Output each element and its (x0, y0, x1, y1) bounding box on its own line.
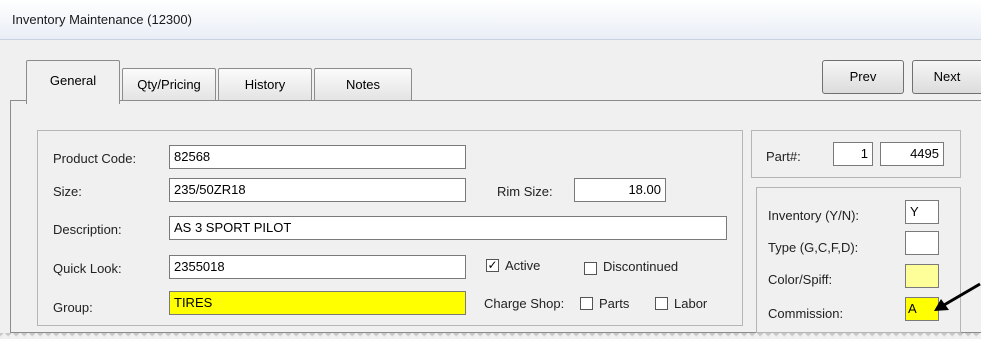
discontinued-checkbox[interactable] (584, 262, 597, 275)
next-button[interactable]: Next (912, 60, 981, 94)
active-checkbox[interactable]: ✓ (486, 259, 499, 272)
rim-size-field[interactable]: 18.00 (574, 178, 666, 202)
size-label: Size: (53, 184, 82, 199)
tab-general[interactable]: General (26, 60, 120, 104)
labor-label: Labor (674, 296, 708, 311)
tab-general-label: General (49, 73, 97, 88)
active-label: Active (505, 258, 541, 273)
commission-label: Commission: (768, 306, 844, 321)
part-prefix-field[interactable]: 1 (833, 142, 873, 166)
tab-notes[interactable]: Notes (314, 68, 412, 101)
product-code-field[interactable]: 82568 (169, 145, 466, 169)
torn-edge (0, 333, 981, 339)
prev-button-label: Prev (849, 69, 877, 84)
part-number-label: Part#: (766, 149, 801, 164)
quick-look-field[interactable]: 2355018 (169, 255, 466, 279)
description-field[interactable]: AS 3 SPORT PILOT (169, 216, 727, 240)
quick-look-label: Quick Look: (53, 261, 122, 276)
type-field[interactable] (905, 231, 939, 255)
size-field[interactable]: 235/50ZR18 (169, 178, 466, 202)
group-label: Group: (53, 300, 93, 315)
parts-label: Parts (599, 296, 630, 311)
type-label: Type (G,C,F,D): (768, 240, 859, 255)
parts-checkbox[interactable] (580, 297, 593, 310)
inventory-yn-field[interactable]: Y (905, 200, 939, 224)
product-code-label: Product Code: (53, 151, 137, 166)
discontinued-label: Discontinued (603, 259, 679, 274)
rim-size-label: Rim Size: (497, 184, 553, 199)
prev-button[interactable]: Prev (822, 60, 904, 94)
group-field[interactable]: TIRES (169, 291, 466, 315)
part-number-field[interactable]: 4495 (880, 142, 944, 166)
tab-history[interactable]: History (218, 68, 312, 101)
next-button-label: Next (933, 69, 961, 84)
tab-history-label: History (244, 77, 286, 92)
window-title: Inventory Maintenance (12300) (12, 12, 192, 27)
color-spiff-label: Color/Spiff: (768, 272, 833, 287)
tab-qty-pricing-label: Qty/Pricing (137, 77, 201, 92)
title-bar: Inventory Maintenance (12300) (0, 0, 981, 40)
tab-qty-pricing[interactable]: Qty/Pricing (122, 68, 216, 101)
charge-shop-label: Charge Shop: (484, 296, 565, 311)
annotation-arrow-icon (934, 282, 981, 311)
inventory-yn-label: Inventory (Y/N): (768, 208, 860, 223)
description-label: Description: (53, 222, 122, 237)
tab-notes-label: Notes (346, 77, 380, 92)
labor-checkbox[interactable] (655, 297, 668, 310)
